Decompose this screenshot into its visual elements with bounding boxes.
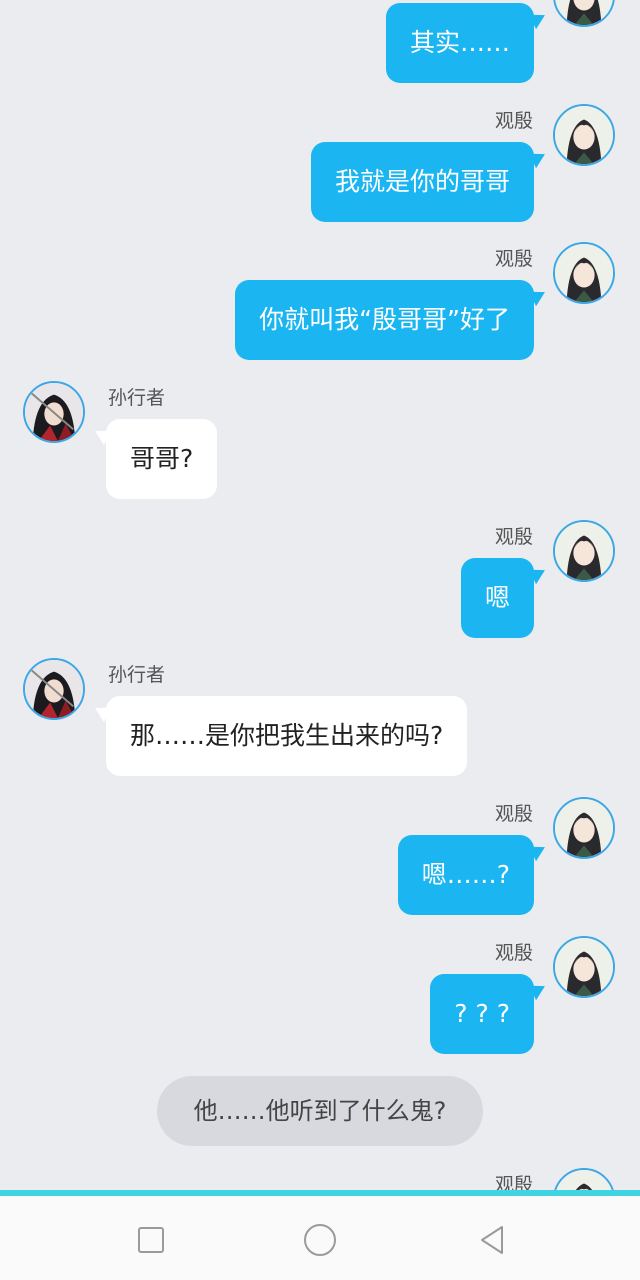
circle-home-icon[interactable] xyxy=(300,1220,340,1260)
square-recents-icon[interactable] xyxy=(131,1220,171,1260)
sender-name: 观殷 xyxy=(494,248,533,270)
message-bubble[interactable]: 你就叫我“殷哥哥”好了 xyxy=(235,280,534,360)
user-avatar-guanyin[interactable] xyxy=(553,0,615,27)
user-avatar-sunxingzhe[interactable] xyxy=(23,381,85,443)
message-bubble[interactable]: ? ? ? xyxy=(430,974,534,1054)
navigation-bar xyxy=(0,1190,640,1280)
user-avatar-sunxingzhe[interactable] xyxy=(23,658,85,720)
sender-name: 孙行者 xyxy=(108,387,166,409)
message-bubble[interactable]: 嗯……? xyxy=(397,835,534,915)
sender-name: 观殷 xyxy=(494,1174,533,1190)
user-avatar-guanyin[interactable] xyxy=(553,104,615,166)
message-bubble[interactable]: 嗯 xyxy=(460,558,534,638)
chat-area[interactable]: 其实…… 观殷 我就是你的哥哥 观殷 你就叫我“殷哥哥”好了 孙行者 哥哥? 观… xyxy=(0,0,640,1190)
sender-name: 观殷 xyxy=(494,110,533,132)
message-bubble[interactable]: 其实…… xyxy=(385,3,534,83)
sender-name: 孙行者 xyxy=(108,664,166,686)
user-avatar-guanyin[interactable] xyxy=(553,1168,615,1190)
sender-name: 观殷 xyxy=(494,942,533,964)
user-avatar-guanyin[interactable] xyxy=(553,520,615,582)
message-bubble[interactable]: 哥哥? xyxy=(106,419,218,499)
message-bubble[interactable]: 我就是你的哥哥 xyxy=(310,142,534,222)
user-avatar-guanyin[interactable] xyxy=(553,242,615,304)
user-avatar-guanyin[interactable] xyxy=(553,797,615,859)
sender-name: 观殷 xyxy=(494,526,533,548)
sender-name: 观殷 xyxy=(494,803,533,825)
message-bubble[interactable]: 那……是你把我生出来的吗? xyxy=(106,696,468,776)
triangle-back-icon[interactable] xyxy=(472,1220,512,1260)
narration-bubble: 他……他听到了什么鬼? xyxy=(157,1076,483,1146)
user-avatar-guanyin[interactable] xyxy=(553,936,615,998)
